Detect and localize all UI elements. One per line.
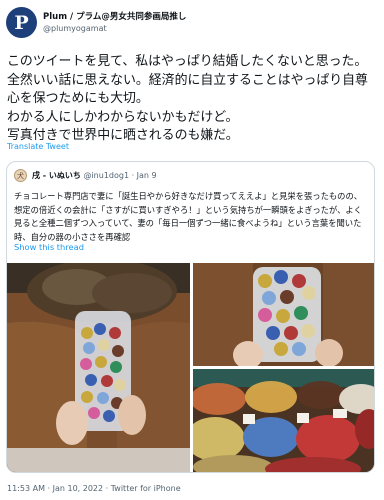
photo-chocolate-shop-bins[interactable] xyxy=(193,369,374,472)
photo-chocolate-bag-closeup[interactable] xyxy=(193,263,374,366)
photo-holding-chocolate-bag[interactable] xyxy=(7,263,190,472)
translate-tweet-link[interactable]: Translate Tweet xyxy=(7,142,69,151)
tweet-text: このツイートを見て、私はやっぱり結婚したくないと思った。全然いい話に思えない。経… xyxy=(7,54,368,143)
quoted-text: チョコレート専門店で妻に「誕生日やから好きなだけ買ってええよ」と見栄を張ったもの… xyxy=(14,191,363,242)
show-thread-link[interactable]: Show this thread xyxy=(14,242,84,252)
quoted-header: 戌 - いぬいち @inu1dog1 · Jan 9 xyxy=(32,170,157,181)
author-handle[interactable]: @plumyogamat xyxy=(43,24,107,33)
author-display-name[interactable]: Plum / プラム@男女共同参画局推し xyxy=(43,10,186,22)
tweet-timestamp[interactable]: 11:53 AM · Jan 10, 2022 · Twitter for iP… xyxy=(7,484,181,493)
author-avatar[interactable]: P xyxy=(6,7,37,38)
quoted-author-avatar: 犬 xyxy=(14,169,27,182)
quoted-handle: @inu1dog1 xyxy=(83,171,130,180)
quoted-date: Jan 9 xyxy=(136,171,157,180)
quoted-display-name: 戌 - いぬいち xyxy=(32,171,81,180)
quoted-tweet[interactable]: 犬 戌 - いぬいち @inu1dog1 · Jan 9 チョコレート専門店で妻… xyxy=(6,161,375,473)
quoted-separator: · xyxy=(131,171,135,180)
